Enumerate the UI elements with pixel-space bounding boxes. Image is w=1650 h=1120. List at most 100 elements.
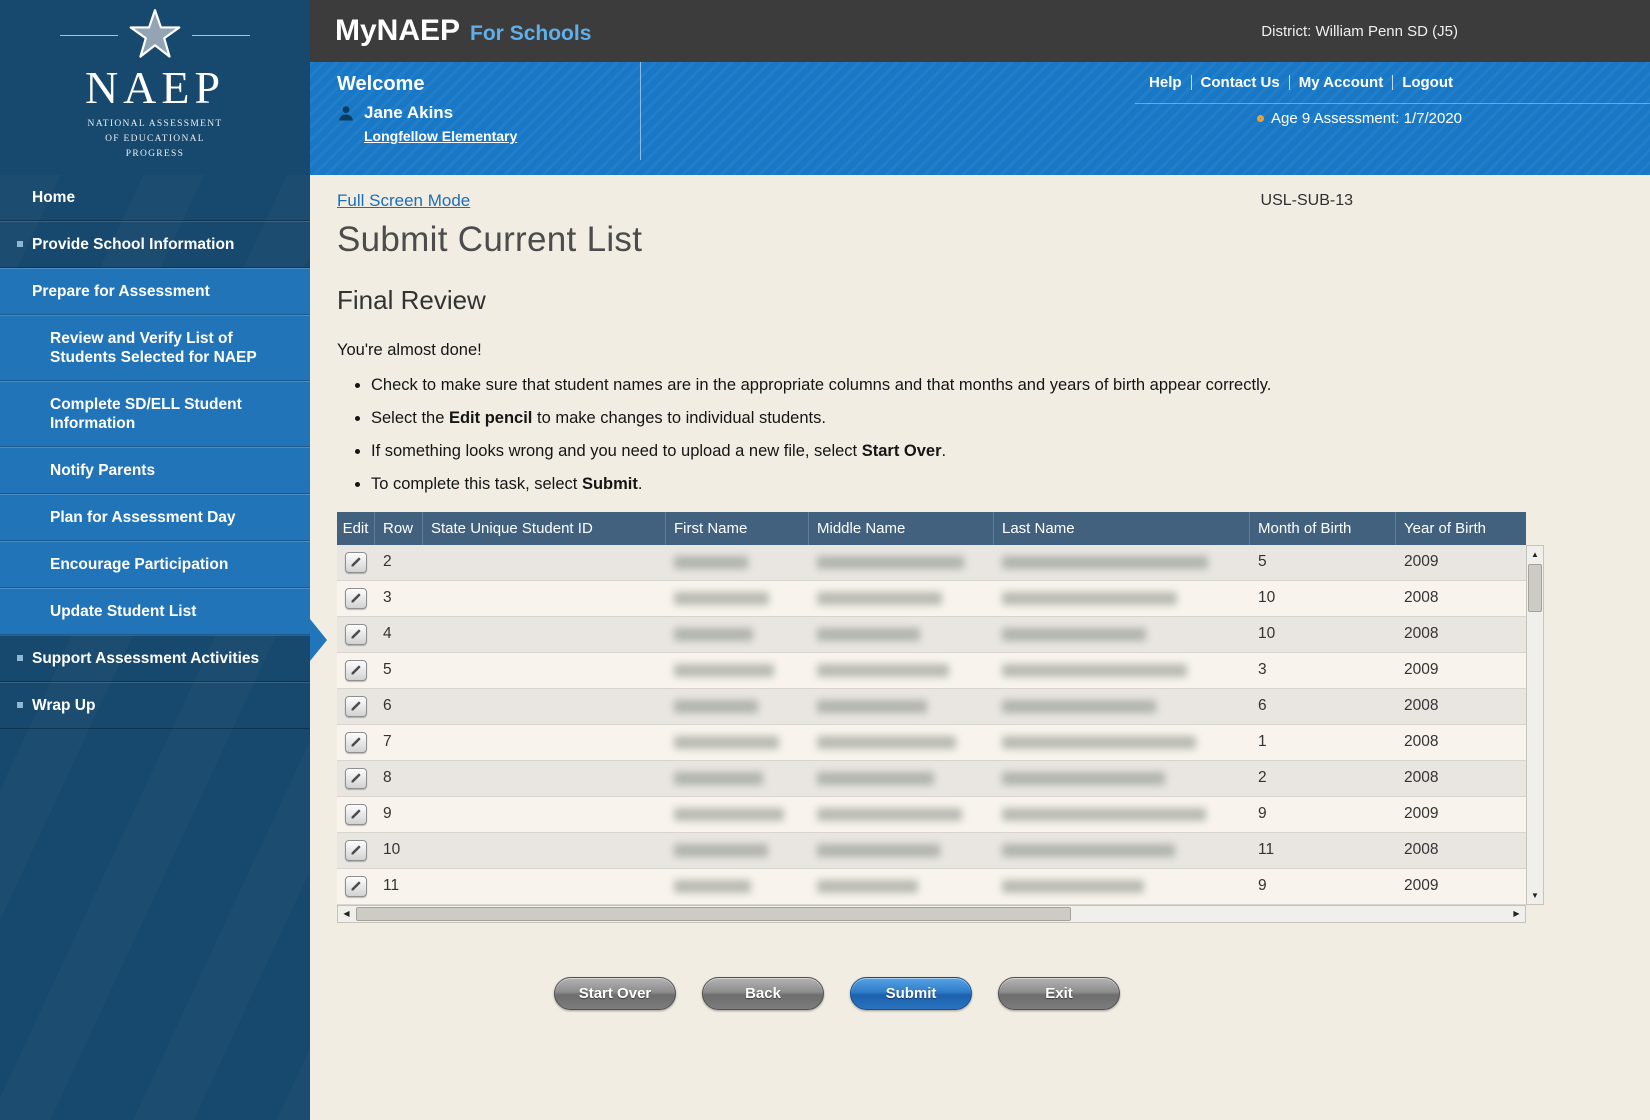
vertical-scroll-track[interactable] xyxy=(1527,563,1543,887)
month-of-birth-cell: 11 xyxy=(1250,833,1396,868)
row-number: 4 xyxy=(375,617,423,652)
middle-name-cell xyxy=(809,725,994,760)
sidebar-item-encourage-participation[interactable]: Encourage Participation xyxy=(0,541,310,588)
blurred-middle-name xyxy=(817,808,962,821)
app-title: MyNAEP xyxy=(335,14,460,48)
middle-name-cell xyxy=(809,617,994,652)
sidebar-item-wrap-up[interactable]: Wrap Up xyxy=(0,682,310,729)
page-code: USL-SUB-13 xyxy=(1261,192,1353,210)
edit-cell xyxy=(337,689,375,724)
state-student-id-cell xyxy=(423,545,666,580)
first-name-cell xyxy=(666,689,809,724)
edit-pencil-button[interactable] xyxy=(345,552,367,573)
last-name-cell xyxy=(994,869,1250,904)
school-link[interactable]: Longfellow Elementary xyxy=(364,128,517,144)
sidebar-item-complete-sd-ell-student-information[interactable]: Complete SD/ELL Student Information xyxy=(0,381,310,447)
footer-buttons: Start Over Back Submit Exit xyxy=(337,977,1337,1010)
scroll-left-arrow[interactable]: ◀ xyxy=(338,909,355,918)
sidebar-item-support-assessment-activities[interactable]: Support Assessment Activities xyxy=(0,635,310,682)
year-of-birth-cell: 2009 xyxy=(1396,545,1526,580)
submit-button[interactable]: Submit xyxy=(850,977,972,1010)
horizontal-scrollbar[interactable]: ◀ ▶ xyxy=(337,905,1526,923)
blurred-first-name xyxy=(674,628,753,641)
blurred-middle-name xyxy=(817,664,949,677)
sidebar-item-plan-for-assessment-day[interactable]: Plan for Assessment Day xyxy=(0,494,310,541)
vertical-scrollbar[interactable]: ▲ ▼ xyxy=(1526,545,1544,905)
edit-pencil-button[interactable] xyxy=(345,624,367,645)
column-header-middle-name: Middle Name xyxy=(809,512,994,545)
page-title: Submit Current List xyxy=(337,220,1650,260)
header-link-my-account[interactable]: My Account xyxy=(1290,74,1392,91)
edit-pencil-button[interactable] xyxy=(345,588,367,609)
middle-name-cell xyxy=(809,545,994,580)
student-row-8: 822008 xyxy=(337,761,1526,797)
blurred-last-name xyxy=(1002,844,1175,857)
welcome-label: Welcome xyxy=(337,73,517,96)
pencil-icon xyxy=(350,700,362,712)
row-number: 6 xyxy=(375,689,423,724)
edit-cell xyxy=(337,653,375,688)
back-button[interactable]: Back xyxy=(702,977,824,1010)
scroll-up-arrow[interactable]: ▲ xyxy=(1527,546,1543,563)
edit-pencil-button[interactable] xyxy=(345,768,367,789)
blurred-first-name xyxy=(674,844,768,857)
sidebar-item-home[interactable]: Home xyxy=(0,175,310,221)
page-head: Full Screen Mode USL-SUB-13 xyxy=(337,191,1353,211)
first-name-cell xyxy=(666,725,809,760)
blurred-last-name xyxy=(1002,556,1208,569)
links-underline xyxy=(1135,103,1650,104)
year-of-birth-cell: 2008 xyxy=(1396,725,1526,760)
edit-pencil-button[interactable] xyxy=(345,732,367,753)
month-of-birth-cell: 9 xyxy=(1250,869,1396,904)
sidebar-item-update-student-list[interactable]: Update Student List xyxy=(0,588,310,635)
year-of-birth-cell: 2008 xyxy=(1396,581,1526,616)
blurred-middle-name xyxy=(817,772,934,785)
user-icon xyxy=(337,104,355,122)
intro-text: You're almost done! xyxy=(337,341,1650,360)
start-over-button[interactable]: Start Over xyxy=(554,977,676,1010)
section-title: Final Review xyxy=(337,285,1650,316)
state-student-id-cell xyxy=(423,653,666,688)
horizontal-scroll-thumb[interactable] xyxy=(356,907,1071,921)
logo-title: NAEP xyxy=(85,64,225,112)
blurred-first-name xyxy=(674,880,751,893)
header-link-contact-us[interactable]: Contact Us xyxy=(1192,74,1289,91)
sidebar-item-notify-parents[interactable]: Notify Parents xyxy=(0,447,310,494)
full-screen-mode-link[interactable]: Full Screen Mode xyxy=(337,191,470,211)
blurred-first-name xyxy=(674,736,779,749)
sidebar-item-review-and-verify-list-of-students-selected-for-naep[interactable]: Review and Verify List of Students Selec… xyxy=(0,315,310,381)
blurred-first-name xyxy=(674,772,763,785)
middle-name-cell xyxy=(809,833,994,868)
edit-pencil-button[interactable] xyxy=(345,696,367,717)
exit-button[interactable]: Exit xyxy=(998,977,1120,1010)
sidebar-item-label: Home xyxy=(32,189,75,206)
header-divider xyxy=(640,62,641,160)
vertical-scroll-thumb[interactable] xyxy=(1528,564,1542,612)
student-table-zone: EditRowState Unique Student IDFirst Name… xyxy=(337,512,1650,923)
sidebar-item-label: Review and Verify List of Students Selec… xyxy=(50,330,257,366)
last-name-cell xyxy=(994,545,1250,580)
scroll-down-arrow[interactable]: ▼ xyxy=(1527,887,1543,904)
state-student-id-cell xyxy=(423,761,666,796)
assessment-info: Age 9 Assessment: 1/7/2020 xyxy=(1257,110,1462,127)
horizontal-scroll-track[interactable] xyxy=(355,906,1508,922)
blurred-last-name xyxy=(1002,592,1177,605)
state-student-id-cell xyxy=(423,833,666,868)
student-row-7: 712008 xyxy=(337,725,1526,761)
header-link-logout[interactable]: Logout xyxy=(1393,74,1462,91)
blurred-middle-name xyxy=(817,736,956,749)
edit-pencil-button[interactable] xyxy=(345,840,367,861)
sidebar-item-provide-school-information[interactable]: Provide School Information xyxy=(0,221,310,268)
blurred-middle-name xyxy=(817,880,918,893)
pencil-icon xyxy=(350,808,362,820)
student-row-4: 4102008 xyxy=(337,617,1526,653)
blurred-last-name xyxy=(1002,628,1146,641)
scroll-right-arrow[interactable]: ▶ xyxy=(1508,909,1525,918)
sidebar-item-prepare-for-assessment[interactable]: Prepare for Assessment xyxy=(0,268,310,315)
header-link-help[interactable]: Help xyxy=(1140,74,1191,91)
edit-pencil-button[interactable] xyxy=(345,804,367,825)
district-label: District: William Penn SD (J5) xyxy=(1261,23,1458,40)
edit-pencil-button[interactable] xyxy=(345,876,367,897)
pencil-icon xyxy=(350,844,362,856)
edit-pencil-button[interactable] xyxy=(345,660,367,681)
